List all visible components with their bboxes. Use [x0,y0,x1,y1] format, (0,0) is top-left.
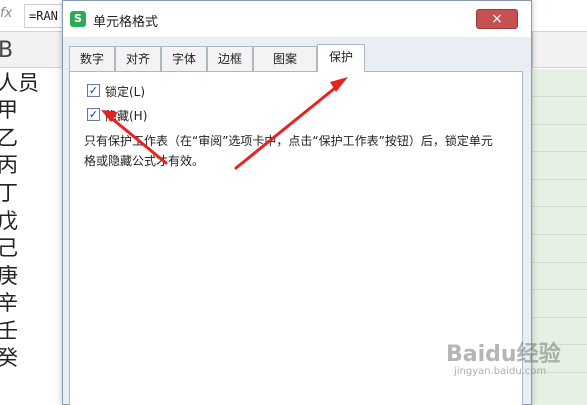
cell[interactable]: 丙 [0,151,18,179]
tab-patterns[interactable]: 图案 [253,46,317,71]
row-gridline [532,206,587,207]
tab-border[interactable]: 边框 [207,46,253,71]
tab-font[interactable]: 字体 [161,46,207,71]
row-gridline [532,96,587,97]
column-b-cells: 人员 甲 乙 丙 丁 戊 己 庚 辛 壬 癸 [0,69,62,405]
hidden-checkbox[interactable]: ✓ [87,108,100,121]
row-gridline [532,151,587,152]
cell[interactable]: 戊 [0,207,18,235]
watermark-url: jingyan.baidu.com [454,366,547,377]
cell[interactable]: 丁 [0,179,18,207]
tab-number[interactable]: 数字 [69,46,115,71]
cell[interactable]: 癸 [0,344,18,372]
column-header-c[interactable] [532,32,587,68]
cell[interactable]: 辛 [0,289,18,317]
row-gridline [532,262,587,263]
column-header-b[interactable]: B [0,38,13,63]
cell[interactable]: 人员 [0,69,39,97]
baidu-watermark: Baidu经验 jingyan.baidu.com [446,334,584,384]
row-gridline [532,234,587,235]
tab-alignment[interactable]: 对齐 [115,46,161,71]
locked-checkbox[interactable]: ✓ [87,84,100,97]
dialog-titlebar[interactable]: S 单元格格式 × [63,1,531,37]
tab-protection[interactable]: 保护 [317,44,365,72]
cell[interactable]: 乙 [0,124,18,152]
fx-label: fx [0,6,13,21]
close-button[interactable]: × [476,9,518,29]
watermark-logo: Baidu经验 [446,342,561,367]
row-gridline [532,289,587,290]
cell[interactable]: 甲 [0,96,18,124]
protection-description: 只有保护工作表（在“审阅”选项卡中，点击“保护工作表”按钮）后，锁定单元格或隐藏… [84,134,493,168]
row-gridline [532,179,587,180]
hidden-label[interactable]: 隐藏(H) [105,107,147,124]
cell[interactable]: 壬 [0,317,18,345]
locked-label[interactable]: 锁定(L) [105,83,145,100]
cell[interactable]: 己 [0,234,18,262]
cell[interactable]: 庚 [0,262,18,290]
row-gridline [532,317,587,318]
row-gridline [532,124,587,125]
dialog-title: 单元格格式 [93,15,159,30]
wps-app-icon: S [70,11,86,27]
